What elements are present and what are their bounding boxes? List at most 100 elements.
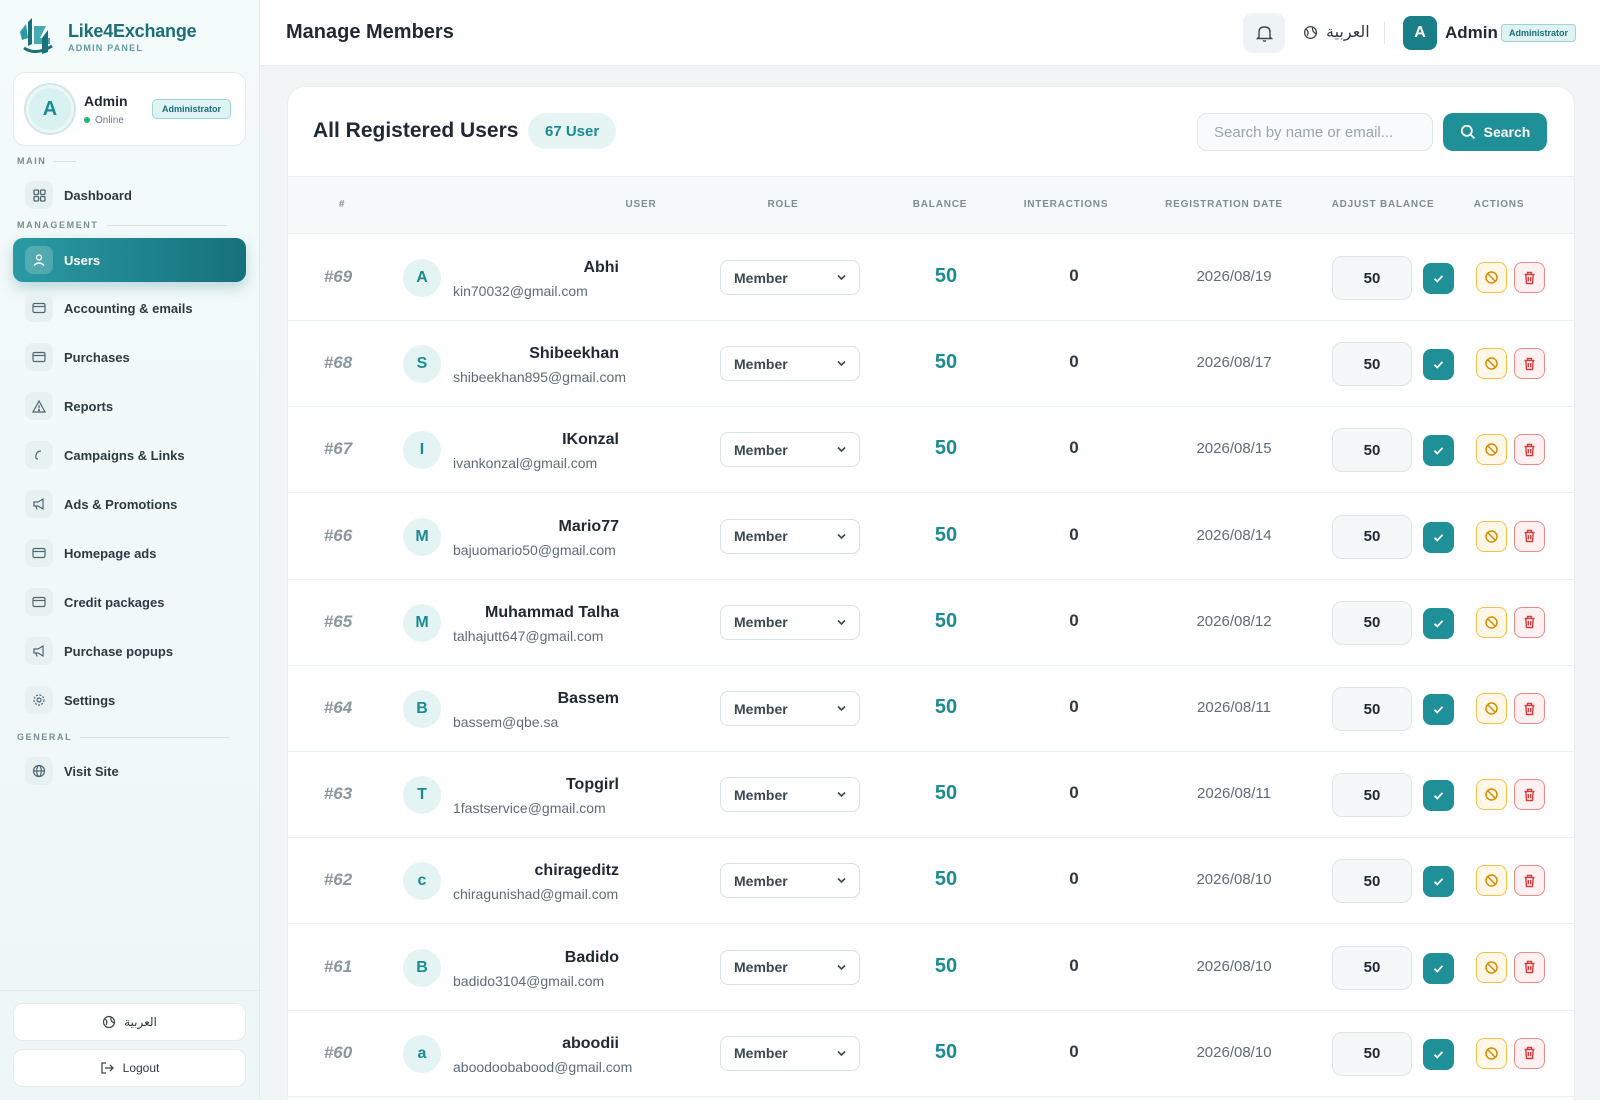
balance-value: 50 xyxy=(934,1040,958,1063)
user-email: kin70032@gmail.com xyxy=(453,283,588,299)
megaphone-icon xyxy=(25,637,53,665)
ban-user-button[interactable] xyxy=(1476,693,1507,724)
brand[interactable]: Like4Exchange ADMIN PANEL xyxy=(16,16,197,58)
adjust-balance-input[interactable] xyxy=(1332,342,1412,387)
sidebar-item-campaigns[interactable]: Campaigns & Links xyxy=(13,433,246,477)
header-avatar[interactable]: A xyxy=(1403,16,1437,50)
ban-user-button[interactable] xyxy=(1476,348,1507,380)
avatar: T xyxy=(403,776,441,815)
role-select[interactable]: Member xyxy=(720,949,860,985)
confirm-balance-button[interactable] xyxy=(1423,521,1454,553)
user-id: #69 xyxy=(323,267,353,286)
user-name: Shibeekhan xyxy=(529,345,619,363)
header-language-switch[interactable]: العربية xyxy=(1303,22,1370,42)
delete-user-button[interactable] xyxy=(1514,693,1545,724)
card-icon xyxy=(25,588,53,616)
confirm-balance-button[interactable] xyxy=(1423,263,1454,294)
delete-user-button[interactable] xyxy=(1514,779,1545,811)
logout-button[interactable]: Logout xyxy=(13,1049,246,1087)
user-name: chirageditz xyxy=(534,862,619,880)
confirm-balance-button[interactable] xyxy=(1423,780,1454,812)
user-name: Bassem xyxy=(557,690,619,707)
page-title: Manage Members xyxy=(286,21,454,43)
sidebar-item-homepage-ads[interactable]: Homepage ads xyxy=(13,531,246,575)
table-row: #63 T Topgirl 1fastservice@gmail.com Member 5… xyxy=(288,751,1574,839)
sidebar-item-settings[interactable]: Settings xyxy=(13,678,246,722)
delete-user-button[interactable] xyxy=(1514,951,1545,983)
ban-user-button[interactable] xyxy=(1476,1037,1507,1069)
profile-status: Online xyxy=(84,115,128,126)
sidebar-item-purchase-popups[interactable]: Purchase popups xyxy=(13,629,246,673)
balance-value: 50 xyxy=(934,523,958,546)
adjust-balance-input[interactable] xyxy=(1332,687,1412,731)
role-select[interactable]: Member xyxy=(720,260,860,295)
adjust-balance-input[interactable] xyxy=(1332,428,1412,473)
language-button[interactable]: العربية xyxy=(13,1003,246,1041)
sidebar-item-dashboard[interactable]: Dashboard xyxy=(13,173,246,217)
role-select[interactable]: Member xyxy=(720,432,860,468)
confirm-balance-button[interactable] xyxy=(1423,349,1454,381)
role-select[interactable]: Member xyxy=(720,346,860,382)
role-select[interactable]: Member xyxy=(720,1035,860,1071)
check-icon xyxy=(1433,878,1444,887)
user-id: #66 xyxy=(323,525,353,545)
sidebar-item-credit-packages[interactable]: Credit packages xyxy=(13,580,246,624)
search-button[interactable]: Search xyxy=(1443,113,1547,151)
ban-user-button[interactable] xyxy=(1476,262,1507,293)
delete-user-button[interactable] xyxy=(1514,348,1545,380)
role-select[interactable]: Member xyxy=(720,777,860,813)
confirm-balance-button[interactable] xyxy=(1423,435,1454,467)
role-select[interactable]: Member xyxy=(720,518,860,554)
adjust-balance-input[interactable] xyxy=(1332,514,1412,559)
confirm-balance-button[interactable] xyxy=(1423,607,1454,639)
adjust-balance-input[interactable] xyxy=(1332,945,1412,990)
chevron-down-icon xyxy=(837,1050,846,1056)
search-icon xyxy=(1460,124,1475,140)
adjust-balance-input[interactable] xyxy=(1332,859,1412,904)
sidebar-item-visit-site[interactable]: Visit Site xyxy=(13,749,246,793)
card-icon xyxy=(25,539,53,567)
delete-user-button[interactable] xyxy=(1514,865,1545,897)
sidebar-item-users[interactable]: Users xyxy=(13,238,246,282)
interactions-value: 0 xyxy=(1069,352,1079,372)
confirm-balance-button[interactable] xyxy=(1423,952,1454,984)
role-select[interactable]: Member xyxy=(720,691,860,726)
ban-user-button[interactable] xyxy=(1476,779,1507,811)
search-input[interactable] xyxy=(1197,113,1433,151)
delete-user-button[interactable] xyxy=(1514,606,1545,638)
adjust-balance-input[interactable] xyxy=(1332,773,1412,818)
delete-user-button[interactable] xyxy=(1514,262,1545,293)
adjust-balance-input[interactable] xyxy=(1332,600,1412,645)
ban-user-button[interactable] xyxy=(1476,520,1507,552)
user-id: #62 xyxy=(323,870,353,890)
ban-user-button[interactable] xyxy=(1476,434,1507,466)
confirm-balance-button[interactable] xyxy=(1423,1038,1454,1070)
sidebar-item-purchases[interactable]: Purchases xyxy=(13,335,246,379)
confirm-balance-button[interactable] xyxy=(1423,694,1454,725)
registration-date: 2026/08/15 xyxy=(1196,440,1272,458)
role-select[interactable]: Member xyxy=(720,863,860,899)
ban-user-button[interactable] xyxy=(1476,865,1507,897)
adjust-balance-input[interactable] xyxy=(1332,1031,1412,1076)
ban-user-button[interactable] xyxy=(1476,951,1507,983)
header-divider xyxy=(1384,22,1385,44)
sidebar-item-reports[interactable]: Reports xyxy=(13,384,246,428)
delete-user-button[interactable] xyxy=(1514,520,1545,552)
delete-user-button[interactable] xyxy=(1514,434,1545,466)
user-id: #65 xyxy=(323,611,353,631)
table-row: #65 M Muhammad Talha talhajutt647@gmail.com… xyxy=(288,579,1574,666)
adjust-balance-input[interactable] xyxy=(1332,256,1412,300)
sidebar-item-ads[interactable]: Ads & Promotions xyxy=(13,482,246,526)
sidebar-item-accounting[interactable]: Accounting & emails xyxy=(13,286,246,330)
user-name: Muhammad Talha xyxy=(485,603,619,621)
notifications-button[interactable] xyxy=(1243,13,1285,53)
confirm-balance-button[interactable] xyxy=(1423,866,1454,898)
header-user-name[interactable]: Admin xyxy=(1445,23,1498,43)
ban-user-button[interactable] xyxy=(1476,606,1507,638)
avatar: M xyxy=(403,517,441,556)
delete-user-button[interactable] xyxy=(1514,1037,1545,1069)
avatar: A xyxy=(403,259,441,297)
sidebar-item-label: Users xyxy=(64,252,101,268)
user-count-badge: 67 User xyxy=(528,113,617,149)
role-select[interactable]: Member xyxy=(720,604,860,640)
